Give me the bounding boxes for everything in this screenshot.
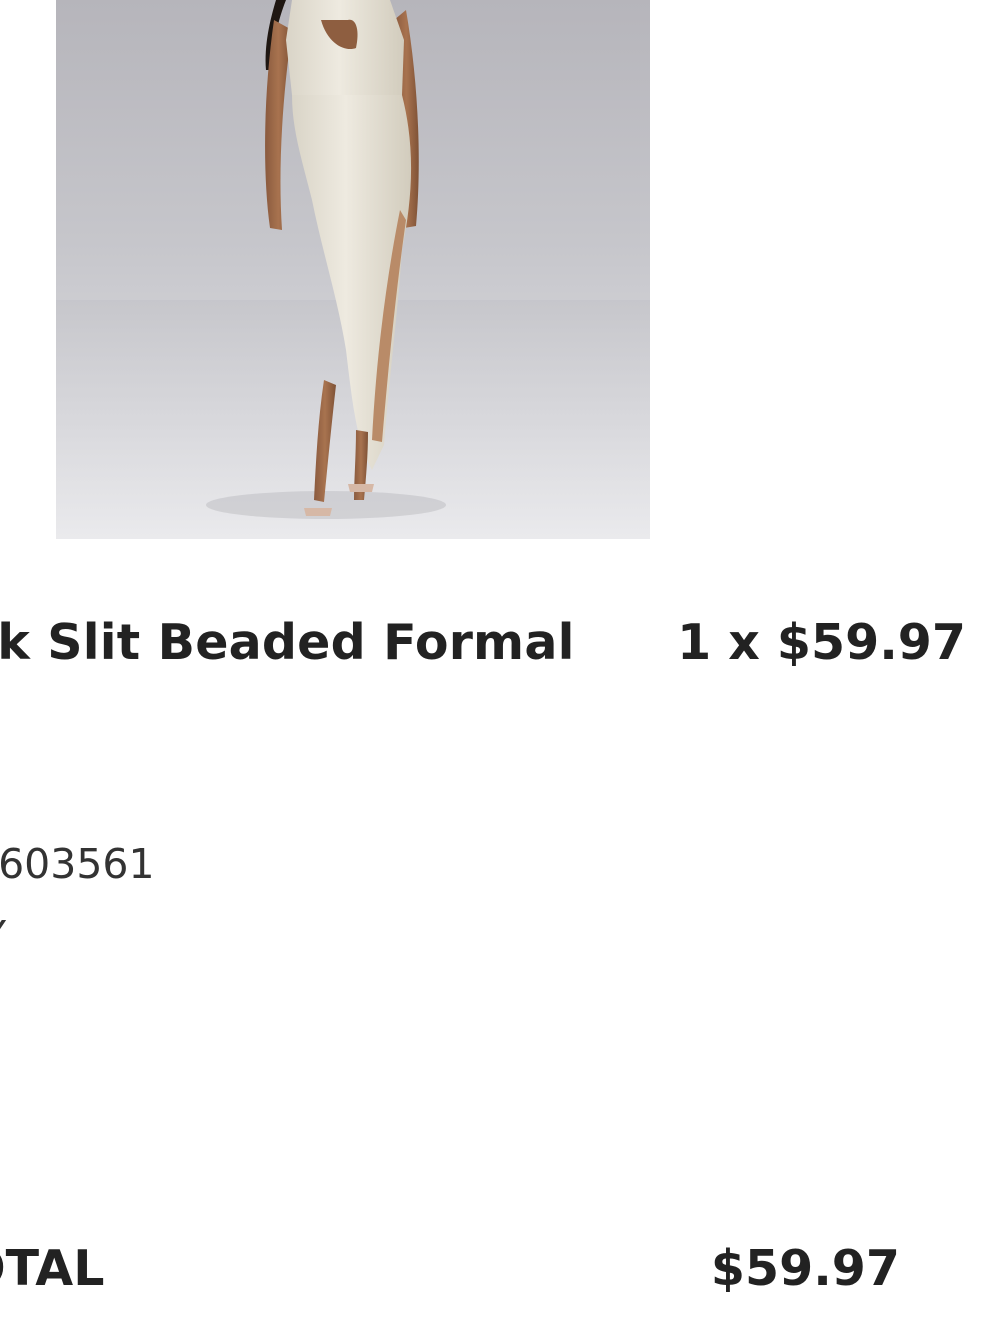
product-sku: 2603561 xyxy=(0,840,155,888)
product-image xyxy=(56,0,650,539)
product-qty-price: 1 x $59.97 xyxy=(677,614,966,671)
order-total-label: OTAL xyxy=(0,1240,105,1297)
product-name[interactable]: ck Slit Beaded Formal xyxy=(0,614,575,671)
order-total-value: $59.97 xyxy=(710,1240,900,1297)
product-photo xyxy=(56,0,650,539)
product-variant: Y xyxy=(0,912,6,960)
